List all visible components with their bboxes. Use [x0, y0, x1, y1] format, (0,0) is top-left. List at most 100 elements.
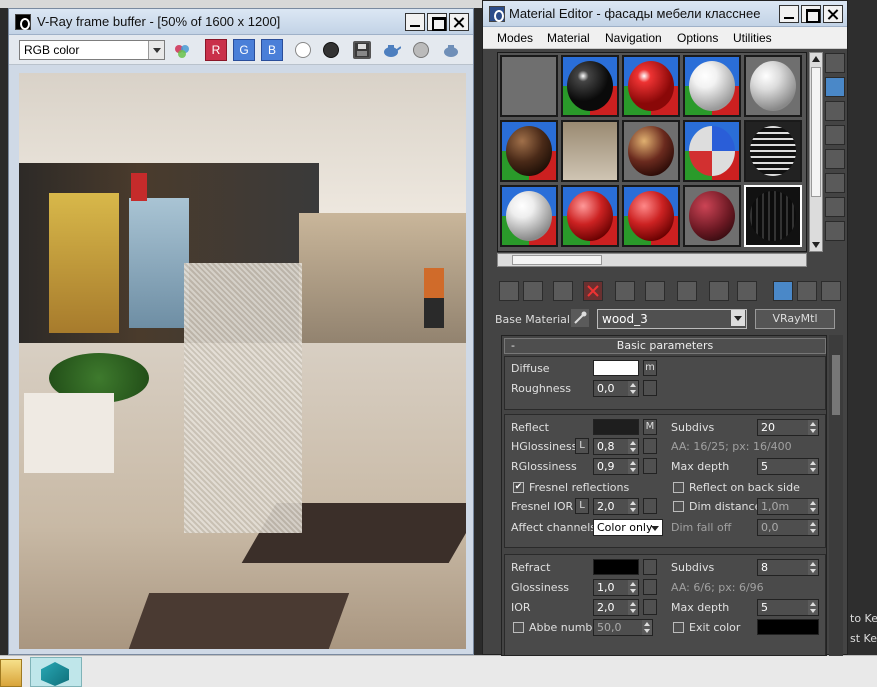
refract-glossiness-map-button[interactable]: [643, 579, 657, 595]
ior-spinner[interactable]: 2,0: [593, 599, 639, 616]
refract-map-button[interactable]: [643, 559, 657, 575]
maximize-button[interactable]: [427, 13, 447, 31]
menu-utilities[interactable]: Utilities: [733, 31, 772, 45]
exit-color-swatch[interactable]: [757, 619, 819, 635]
spinner-arrows-icon[interactable]: [808, 600, 818, 615]
fresnel-ior-lock-button[interactable]: L: [575, 498, 589, 514]
teapot-region-icon[interactable]: [441, 41, 461, 59]
rglossiness-spinner[interactable]: 0,9: [593, 458, 639, 475]
red-channel-button[interactable]: R: [205, 39, 227, 61]
material-slot[interactable]: [561, 55, 619, 117]
rollout-header[interactable]: - Basic parameters: [504, 338, 826, 354]
save-icon[interactable]: [353, 41, 371, 59]
spinner-arrows-icon[interactable]: [628, 580, 638, 595]
channel-select[interactable]: RGB color: [19, 40, 165, 60]
dim-distance-spinner[interactable]: 1,0m: [757, 498, 819, 515]
material-slot[interactable]: [622, 120, 680, 182]
mono-icon[interactable]: [323, 42, 339, 58]
close-button[interactable]: [449, 13, 469, 31]
exit-color-checkbox[interactable]: [673, 622, 684, 633]
material-slot[interactable]: [683, 120, 741, 182]
render-image[interactable]: [19, 73, 466, 649]
material-slot[interactable]: [744, 120, 802, 182]
material-slot[interactable]: [500, 120, 558, 182]
dim-falloff-spinner[interactable]: 0,0: [757, 519, 819, 536]
material-slot[interactable]: [683, 55, 741, 117]
fresnel-ior-spinner[interactable]: 2,0: [593, 498, 639, 515]
rglossiness-map-button[interactable]: [643, 458, 657, 474]
eyedropper-icon[interactable]: [571, 309, 589, 327]
abbe-checkbox[interactable]: [513, 622, 524, 633]
menu-material[interactable]: Material: [547, 31, 590, 45]
assign-to-selection-icon[interactable]: [553, 281, 573, 301]
reflect-backside-checkbox[interactable]: [673, 482, 684, 493]
spinner-arrows-icon[interactable]: [628, 600, 638, 615]
fresnel-checkbox[interactable]: ✔: [513, 482, 524, 493]
spinner-arrows-icon[interactable]: [808, 499, 818, 514]
refract-glossiness-spinner[interactable]: 1,0: [593, 579, 639, 596]
spinner-arrows-icon[interactable]: [808, 520, 818, 535]
abbe-spinner[interactable]: 50,0: [593, 619, 653, 636]
put-to-scene-icon[interactable]: [523, 281, 543, 301]
scroll-down-icon[interactable]: [812, 242, 820, 248]
folder-icon[interactable]: [0, 659, 22, 687]
spinner-arrows-icon[interactable]: [642, 620, 652, 635]
select-by-material-icon[interactable]: [825, 221, 845, 241]
spinner-arrows-icon[interactable]: [628, 439, 638, 454]
dim-distance-checkbox[interactable]: [673, 501, 684, 512]
reflect-color-swatch[interactable]: [593, 419, 639, 435]
spinner-arrows-icon[interactable]: [628, 381, 638, 396]
reflect-map-button[interactable]: M: [643, 419, 657, 435]
maximize-button[interactable]: [801, 5, 821, 23]
scroll-thumb[interactable]: [832, 355, 840, 415]
refract-color-swatch[interactable]: [593, 559, 639, 575]
ior-map-button[interactable]: [643, 599, 657, 615]
spinner-arrows-icon[interactable]: [628, 499, 638, 514]
material-slot[interactable]: [744, 55, 802, 117]
material-slot[interactable]: [500, 185, 558, 247]
reflect-maxdepth-spinner[interactable]: 5: [757, 458, 819, 475]
material-id-channel-icon[interactable]: [677, 281, 697, 301]
hglossiness-spinner[interactable]: 0,8: [593, 438, 639, 455]
material-slot[interactable]: [683, 185, 741, 247]
go-to-parent-icon[interactable]: [773, 281, 793, 301]
make-preview-icon[interactable]: [825, 173, 845, 193]
hglossiness-lock-button[interactable]: L: [575, 438, 589, 454]
menu-options[interactable]: Options: [677, 31, 718, 45]
put-to-library-icon[interactable]: [645, 281, 665, 301]
material-type-button[interactable]: VRayMtl: [755, 309, 835, 329]
green-channel-button[interactable]: G: [233, 39, 255, 61]
material-slot[interactable]: [561, 120, 619, 182]
material-slot[interactable]: [622, 55, 680, 117]
material-name-input[interactable]: wood_3: [597, 309, 747, 329]
sample-type-icon[interactable]: [825, 53, 845, 73]
menu-modes[interactable]: Modes: [497, 31, 533, 45]
spinner-arrows-icon[interactable]: [808, 459, 818, 474]
hglossiness-map-button[interactable]: [643, 438, 657, 454]
material-slot[interactable]: [500, 55, 558, 117]
slots-vertical-scrollbar[interactable]: [809, 52, 823, 252]
get-material-icon[interactable]: [499, 281, 519, 301]
refract-subdivs-spinner[interactable]: 8: [757, 559, 819, 576]
chevron-down-icon[interactable]: [731, 310, 745, 326]
scroll-up-icon[interactable]: [812, 56, 820, 62]
reflect-subdivs-spinner[interactable]: 20: [757, 419, 819, 436]
3dsmax-taskbar-icon[interactable]: [30, 657, 82, 687]
slots-horizontal-scrollbar[interactable]: [497, 253, 807, 267]
show-end-result-icon[interactable]: [737, 281, 757, 301]
menu-navigation[interactable]: Navigation: [605, 31, 662, 45]
teapot-render-icon[interactable]: [381, 41, 402, 59]
rollout-scrollbar[interactable]: [829, 335, 843, 656]
close-button[interactable]: [823, 5, 843, 23]
go-forward-to-sibling-icon[interactable]: [797, 281, 817, 301]
material-slot[interactable]: [622, 185, 680, 247]
vfb-titlebar[interactable]: V-Ray frame buffer - [50% of 1600 x 1200…: [9, 9, 473, 35]
scroll-thumb[interactable]: [512, 255, 602, 265]
material-slot-selected[interactable]: [744, 185, 802, 247]
scroll-thumb[interactable]: [811, 67, 821, 197]
spinner-arrows-icon[interactable]: [628, 459, 638, 474]
options-icon[interactable]: [825, 197, 845, 217]
background-checker-icon[interactable]: [825, 101, 845, 121]
stop-icon[interactable]: [413, 42, 429, 58]
reset-map-icon[interactable]: [583, 281, 603, 301]
